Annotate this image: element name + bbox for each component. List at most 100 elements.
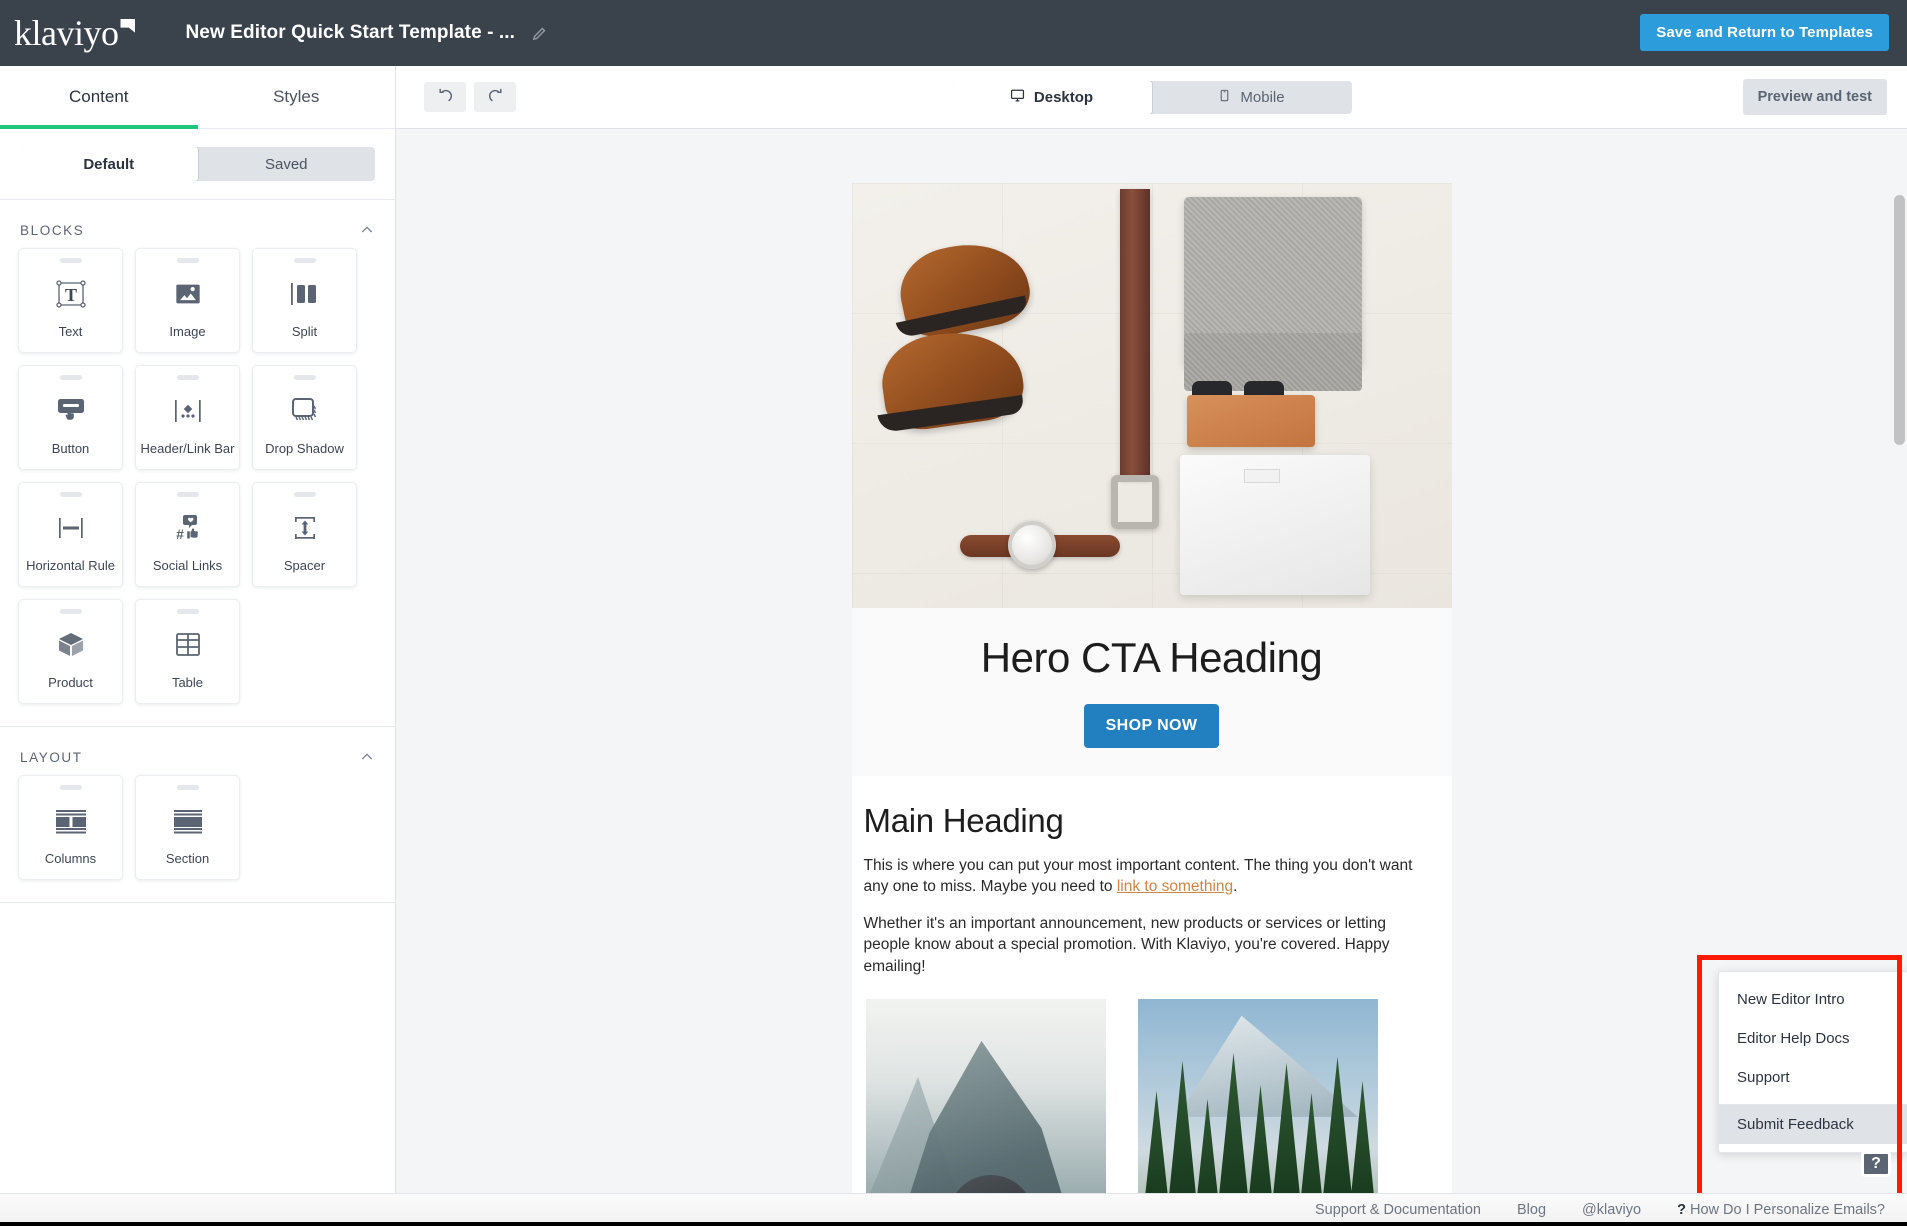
logo-wordmark: klaviyo [14,15,118,51]
redo-icon [487,87,504,107]
layout-columns[interactable]: Columns [18,775,123,880]
blocks-grid: T Text Image Split [0,248,395,704]
phone-icon [1218,88,1231,107]
email-canvas-scroll[interactable]: Hero CTA Heading SHOP NOW Main Heading T… [396,129,1907,1193]
source-saved-button[interactable]: Saved [198,147,376,181]
block-table[interactable]: Table [135,599,240,704]
body-link[interactable]: link to something [1117,878,1233,895]
help-item-new-editor-intro[interactable]: New Editor Intro [1719,980,1907,1019]
block-label: Section [166,851,209,879]
help-item-submit-feedback[interactable]: Submit Feedback [1719,1104,1907,1144]
block-label: Drop Shadow [265,441,344,469]
block-label: Split [292,324,317,352]
block-header-link-bar[interactable]: Header/Link Bar [135,365,240,470]
help-item-support[interactable]: Support [1719,1058,1907,1097]
hero-cta-block[interactable]: Hero CTA Heading SHOP NOW [852,608,1452,776]
footer-link-twitter[interactable]: @klaviyo [1582,1202,1641,1218]
klaviyo-flag-icon [120,19,135,33]
belt-shape [1120,189,1150,479]
left-sidebar: Content Styles Default Saved BLOCKS [0,66,396,1193]
watch-face-shape [1008,521,1056,569]
social-links-icon: # [172,497,204,558]
button-block-icon [55,380,87,441]
block-label: Spacer [284,558,325,586]
block-label: Header/Link Bar [141,441,235,469]
tshirt-tag-shape [1244,469,1280,483]
undo-button[interactable] [424,82,466,112]
help-fab-button[interactable]: ? [1861,1151,1891,1177]
shop-now-button[interactable]: SHOP NOW [1084,704,1220,748]
klaviyo-logo[interactable]: klaviyo [14,15,135,51]
device-desktop-button[interactable]: Desktop [952,81,1153,114]
history-buttons [424,82,516,112]
block-spacer[interactable]: Spacer [252,482,357,587]
preview-and-test-button[interactable]: Preview and test [1743,79,1887,115]
section-layout-icon [171,790,205,851]
block-button[interactable]: Button [18,365,123,470]
save-and-return-button[interactable]: Save and Return to Templates [1640,14,1889,51]
hero-heading: Hero CTA Heading [852,634,1452,682]
tab-content-label: Content [69,87,129,107]
spacer-icon [289,497,321,558]
layout-section[interactable]: Section [135,775,240,880]
block-social-links[interactable]: # Social Links [135,482,240,587]
footer-link-personalize-emails[interactable]: How Do I Personalize Emails? [1677,1202,1885,1218]
canvas-toolbar: Desktop Mobile Preview and test [396,66,1907,129]
columns-layout-icon [54,790,88,851]
tab-styles[interactable]: Styles [198,66,396,128]
photo-right[interactable] [1138,999,1378,1193]
sidebar-tabs: Content Styles [0,66,395,129]
help-item-editor-help-docs[interactable]: Editor Help Docs [1719,1019,1907,1058]
block-drop-shadow[interactable]: Drop Shadow [252,365,357,470]
footer-link-blog[interactable]: Blog [1517,1202,1546,1218]
body-paragraph-1: This is where you can put your most impo… [864,855,1436,898]
tab-content[interactable]: Content [0,66,198,128]
block-label: Product [48,675,93,703]
drop-shadow-icon [290,380,320,441]
block-product[interactable]: Product [18,599,123,704]
block-label: Social Links [153,558,222,586]
source-toggle-wrap: Default Saved [0,129,395,200]
chevron-up-icon[interactable] [359,749,375,765]
block-label: Text [59,324,83,352]
block-horizontal-rule[interactable]: Horizontal Rule [18,482,123,587]
email-body-block[interactable]: Main Heading This is where you can put y… [852,776,1452,1193]
source-toggle: Default Saved [20,147,375,181]
canvas-area: Desktop Mobile Preview and test [396,66,1907,1193]
body-paragraph-2: Whether it's an important announcement, … [864,913,1436,977]
block-image[interactable]: Image [135,248,240,353]
help-menu: New Editor Intro Editor Help Docs Suppor… [1718,971,1907,1153]
split-block-icon [289,263,321,324]
layout-section-title: LAYOUT [20,750,83,765]
email-preview[interactable]: Hero CTA Heading SHOP NOW Main Heading T… [852,183,1452,1193]
chevron-up-icon[interactable] [359,222,375,238]
block-label: Image [169,324,205,352]
redo-button[interactable] [474,82,516,112]
device-desktop-label: Desktop [1034,89,1093,106]
paragraph-1-text-after: . [1233,878,1237,895]
wallet-shape [1187,395,1315,447]
layout-section-header[interactable]: LAYOUT [0,727,395,775]
section-divider-bottom [0,902,395,903]
block-split[interactable]: Split [252,248,357,353]
footer-link-support-docs[interactable]: Support & Documentation [1315,1202,1481,1218]
photo-right-trees [1138,1041,1378,1193]
block-label: Columns [45,851,96,879]
canvas-scrollbar-thumb[interactable] [1894,195,1905,445]
monitor-icon [1010,88,1025,107]
device-mobile-button[interactable]: Mobile [1152,81,1352,114]
source-default-label: Default [83,156,134,173]
pencil-icon[interactable] [531,25,548,42]
table-icon [173,614,203,675]
source-default-button[interactable]: Default [20,147,199,181]
hero-image-block[interactable] [852,183,1452,608]
blocks-section-header[interactable]: BLOCKS [0,200,395,248]
horizontal-rule-icon [55,497,87,558]
device-toggle: Desktop Mobile [952,81,1352,114]
tab-styles-label: Styles [273,87,319,107]
svg-text:T: T [64,285,76,305]
image-block-icon [173,263,203,324]
block-label: Table [172,675,203,703]
block-text[interactable]: T Text [18,248,123,353]
photo-left[interactable] [866,999,1106,1193]
